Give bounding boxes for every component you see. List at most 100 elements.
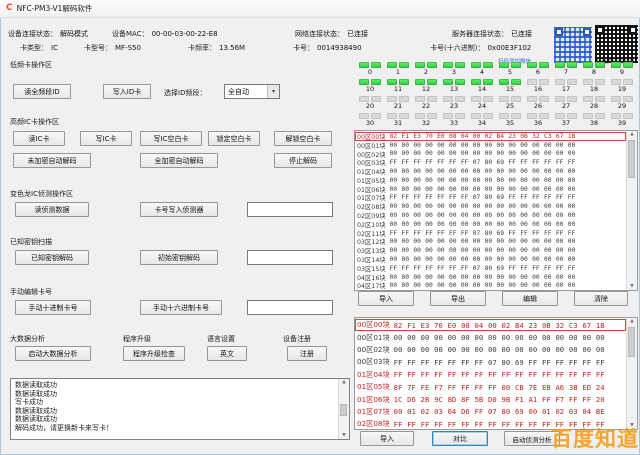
upgrade-check-button[interactable]: 程序升级检查 — [123, 346, 185, 361]
language-english-button[interactable]: 英文 — [207, 346, 247, 361]
sector-cell-36[interactable]: 36 — [524, 113, 552, 129]
sector-cell-10[interactable]: 10 — [356, 79, 384, 95]
read-detect-data-button[interactable]: 读侦测数据 — [15, 202, 89, 217]
hex-row[interactable]: 01区06块 00 00 00 00 00 00 00 00 00 00 00 0… — [355, 185, 626, 194]
sector-cell-16[interactable]: 16 — [524, 79, 552, 95]
sector-cell-13[interactable]: 13 — [440, 79, 468, 95]
hex-row[interactable]: 02区08块 00 00 00 00 00 00 00 00 00 00 00 0… — [355, 202, 626, 211]
hex-row[interactable]: 02区11块 FF FF FF FF FF FF FF 07 80 69 FF F… — [355, 229, 626, 238]
scroll-up-icon[interactable]: ▲ — [339, 379, 349, 386]
sector-cell-20[interactable]: 20 — [356, 96, 384, 112]
initial-key-decode-button[interactable]: 初始密钥解码 — [140, 250, 218, 265]
hex-row[interactable]: 02区10块 00 00 00 00 00 00 00 00 00 00 00 0… — [355, 220, 626, 229]
sector-cell-29[interactable]: 29 — [608, 96, 636, 112]
hex-row[interactable]: 01区04块 00 00 00 00 00 00 00 00 00 00 00 0… — [355, 167, 626, 176]
hex-row[interactable]: 00区01块 00 00 00 00 00 00 00 00 00 00 00 0… — [355, 331, 626, 343]
scroll-down-icon[interactable]: ▼ — [339, 432, 349, 439]
sector-cell-22[interactable]: 22 — [412, 96, 440, 112]
hex-row[interactable]: 01区07块 FF FF FF FF FF FF FF 07 80 69 FF F… — [355, 194, 626, 202]
log-area[interactable]: 数据读取成功 数据读取成功 写卡成功 数据读取成功 数据读取成功 解码成功，请更换新卡来写… — [10, 378, 350, 440]
hex-row[interactable]: 01区04块 FF FF FF FF FF FF FF FF FF FF FF F… — [355, 369, 626, 381]
sector-cell-18[interactable]: 18 — [580, 79, 608, 95]
sector-cell-19[interactable]: 19 — [608, 79, 636, 95]
hex-row[interactable]: 04区16块 00 00 00 00 00 00 00 00 00 00 00 0… — [355, 273, 626, 282]
edit-button[interactable]: 编辑 — [502, 291, 558, 306]
sector-cell-38[interactable]: 38 — [580, 113, 608, 129]
sector-cell-5[interactable]: 5 — [496, 62, 524, 78]
hex-row[interactable]: 00区00块 82 F1 E3 70 E0 08 04 00 02 B4 23 0… — [355, 319, 626, 331]
hex-top-scrollbar[interactable]: ▲ ▼ — [626, 131, 637, 290]
export-button[interactable]: 导出 — [430, 291, 486, 306]
hex-row[interactable]: 00区02块 00 00 00 00 00 00 00 00 00 00 00 0… — [355, 150, 626, 158]
hex-row[interactable]: 01区06块 1C D6 2B 9C 8D 8F 5B D0 9B F1 A1 F… — [355, 393, 626, 405]
sector-cell-24[interactable]: 24 — [468, 96, 496, 112]
sector-cell-14[interactable]: 14 — [468, 79, 496, 95]
write-card-to-detector-button[interactable]: 卡号写入侦测器 — [140, 202, 218, 217]
sector-cell-7[interactable]: 7 — [552, 62, 580, 78]
sector-cell-6[interactable]: 6 — [524, 62, 552, 78]
scroll-down-icon[interactable]: ▼ — [627, 283, 637, 290]
hex-row[interactable]: 00区00块 82 F1 E3 70 E0 08 04 00 02 B4 23 0… — [355, 132, 626, 141]
sector-cell-23[interactable]: 23 — [440, 96, 468, 112]
hex-row[interactable]: 04区17块 00 00 00 00 00 00 00 00 00 00 00 0… — [355, 282, 626, 290]
hex-bottom-scrollbar[interactable]: ▲ ▼ — [626, 318, 637, 429]
read-ic-button[interactable]: 读IC卡 — [13, 131, 65, 146]
scroll-thumb[interactable] — [340, 404, 347, 416]
sector-cell-26[interactable]: 26 — [524, 96, 552, 112]
hex-list-top[interactable]: 00区00块 82 F1 E3 70 E0 08 04 00 02 B4 23 0… — [354, 130, 638, 291]
sector-cell-27[interactable]: 27 — [552, 96, 580, 112]
write-id-card-button[interactable]: 写入ID卡 — [103, 84, 151, 99]
sector-cell-4[interactable]: 4 — [468, 62, 496, 78]
hex-row[interactable]: 01区05块 00 00 00 00 00 00 00 00 00 00 00 0… — [355, 176, 626, 185]
lock-blank-card-button[interactable]: 锁定空白卡 — [208, 131, 260, 146]
hex-list-bottom[interactable]: 00区00块 82 F1 E3 70 E0 08 04 00 02 B4 23 0… — [354, 317, 638, 430]
sector-cell-35[interactable]: 35 — [496, 113, 524, 129]
sector-cell-9[interactable]: 9 — [608, 62, 636, 78]
scroll-up-icon[interactable]: ▲ — [627, 318, 637, 325]
sector-cell-1[interactable]: 1 — [384, 62, 412, 78]
register-button[interactable]: 注册 — [287, 346, 327, 361]
hex-row[interactable]: 03区15块 FF FF FF FF FF FF FF 07 80 69 FF F… — [355, 264, 626, 273]
sector-cell-25[interactable]: 25 — [496, 96, 524, 112]
sector-cell-30[interactable]: 30 — [356, 113, 384, 129]
clear-button[interactable]: 清除 — [574, 291, 628, 306]
sector-cell-32[interactable]: 32 — [412, 113, 440, 129]
hex-row[interactable]: 02区09块 00 00 00 00 00 00 00 00 00 00 00 0… — [355, 211, 626, 220]
write-ic-button[interactable]: 写IC卡 — [80, 131, 132, 146]
chameleon-input[interactable] — [247, 202, 333, 217]
sector-cell-39[interactable]: 39 — [608, 113, 636, 129]
hex-row[interactable]: 00区03块 FF FF FF FF FF FF FF 07 80 69 FF F… — [355, 356, 626, 368]
write-ic-blank-button[interactable]: 写IC空白卡 — [140, 131, 202, 146]
manual-hex-card-button[interactable]: 手动十六进制卡号 — [140, 300, 222, 315]
stop-decode-button[interactable]: 停止解码 — [274, 153, 332, 168]
compare-button[interactable]: 对比 — [432, 431, 488, 446]
sector-cell-31[interactable]: 31 — [384, 113, 412, 129]
sector-cell-21[interactable]: 21 — [384, 96, 412, 112]
sector-cell-33[interactable]: 33 — [440, 113, 468, 129]
log-scrollbar[interactable]: ▲ ▼ — [338, 379, 349, 439]
sector-cell-37[interactable]: 37 — [552, 113, 580, 129]
auto-decode-full-button[interactable]: 全加密自动解码 — [140, 153, 218, 168]
sector-cell-12[interactable]: 12 — [412, 79, 440, 95]
hex-row[interactable]: 00区01块 00 00 00 00 00 00 00 00 00 00 00 0… — [355, 141, 626, 150]
sector-cell-28[interactable]: 28 — [580, 96, 608, 112]
sector-cell-15[interactable]: 15 — [496, 79, 524, 95]
unlock-blank-card-button[interactable]: 解锁空白卡 — [274, 131, 332, 146]
sector-cell-0[interactable]: 0 — [356, 62, 384, 78]
manual-decimal-card-button[interactable]: 手动十进制卡号 — [15, 300, 91, 315]
hex-row[interactable]: 00区03块 FF FF FF FF FF FF FF 07 80 69 FF F… — [355, 158, 626, 167]
manual-card-input[interactable] — [247, 300, 333, 315]
known-key-decode-button[interactable]: 已知密钥解码 — [15, 250, 89, 265]
hex-row[interactable]: 03区14块 00 00 00 00 00 00 00 00 00 00 00 0… — [355, 255, 626, 264]
start-bigdata-analysis-button[interactable]: 启动大数据分析 — [15, 346, 91, 361]
read-full-band-id-button[interactable]: 读全频段ID — [13, 84, 71, 99]
scroll-up-icon[interactable]: ▲ — [627, 131, 637, 138]
auto-decode-plain-button[interactable]: 未加密自动解码 — [13, 153, 91, 168]
sector-cell-34[interactable]: 34 — [468, 113, 496, 129]
scroll-thumb[interactable] — [628, 140, 635, 178]
import-button-bottom[interactable]: 导入 — [360, 431, 414, 446]
known-key-input[interactable] — [247, 250, 333, 265]
id-band-select[interactable]: 全自动 ▾ — [224, 84, 280, 99]
import-button-top[interactable]: 导入 — [358, 291, 414, 306]
sector-cell-2[interactable]: 2 — [412, 62, 440, 78]
